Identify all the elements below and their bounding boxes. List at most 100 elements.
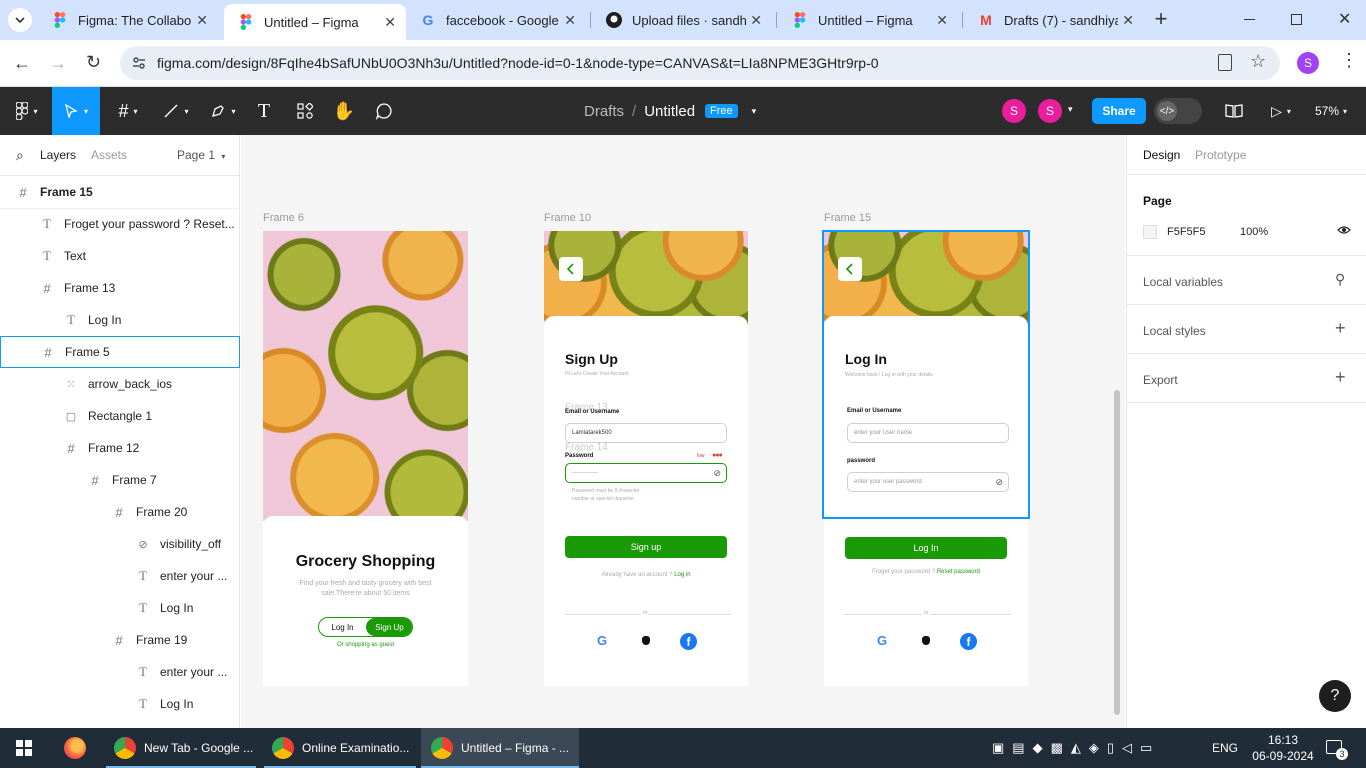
layer-row[interactable]: T Text	[0, 240, 240, 272]
frame-grocery[interactable]: Grocery Shopping Find your fresh and tas…	[263, 231, 468, 686]
main-menu-button[interactable]: ▾	[10, 87, 44, 135]
network-icon[interactable]: ▭	[1140, 740, 1152, 756]
frame-tool-button[interactable]: # ▾	[108, 87, 148, 135]
close-icon[interactable]: ✕	[564, 12, 576, 29]
close-icon[interactable]: ✕	[384, 14, 396, 31]
signup-button[interactable]: Sign up	[565, 536, 727, 558]
share-button[interactable]: Share	[1092, 98, 1146, 124]
frame-label[interactable]: Frame 10	[544, 212, 591, 224]
layer-row[interactable]: ▢ Rectangle 1	[0, 400, 240, 432]
browser-tab-active[interactable]: Untitled – Figma ✕	[224, 4, 406, 40]
page-selector[interactable]: Page 1 ▾	[177, 148, 225, 162]
page-opacity-value[interactable]: 100%	[1240, 226, 1268, 238]
language-indicator[interactable]: ENG	[1212, 741, 1238, 755]
resources-button[interactable]	[292, 87, 318, 135]
back-icon[interactable]: ←	[13, 53, 31, 74]
layer-row[interactable]: # Frame 20	[0, 496, 240, 528]
close-icon[interactable]: ✕	[936, 12, 948, 29]
reset-link[interactable]: Reset password	[937, 569, 980, 575]
tab-design[interactable]: Design	[1143, 148, 1180, 162]
back-button[interactable]	[838, 257, 862, 281]
google-icon[interactable]: G	[597, 633, 607, 648]
email-input[interactable]: enter your User name	[847, 423, 1009, 443]
layer-row[interactable]: T Log In	[0, 592, 240, 624]
windows-start-icon[interactable]	[16, 740, 32, 756]
layer-row[interactable]: # Frame 15	[0, 176, 240, 208]
speaker-muted-icon[interactable]: ◁	[1122, 740, 1132, 756]
login-option[interactable]: Log In	[319, 618, 366, 636]
browser-tab[interactable]: Figma: The Collaborat ✕	[38, 4, 218, 36]
layer-row[interactable]: T Log In	[0, 688, 240, 720]
help-button[interactable]: ?	[1319, 680, 1351, 712]
layer-row[interactable]: T enter your ...	[0, 656, 240, 688]
menu-dots-icon[interactable]: ⋮	[1340, 50, 1358, 71]
login-button[interactable]: Log In	[845, 537, 1007, 559]
zoom-menu[interactable]: 57% ▾	[1310, 87, 1352, 135]
taskbar-app-active[interactable]: Untitled – Figma - ...	[421, 728, 579, 768]
comment-tool-button[interactable]	[372, 87, 396, 135]
new-tab-button[interactable]: +	[1150, 8, 1172, 32]
reload-icon[interactable]: ↻	[86, 52, 101, 73]
avatar[interactable]: S	[1002, 99, 1026, 123]
login-link[interactable]: Log in	[674, 572, 690, 578]
signup-option[interactable]: Sign Up	[366, 618, 412, 636]
layer-row[interactable]: T enter your ...	[0, 560, 240, 592]
firefox-icon[interactable]	[64, 737, 86, 759]
file-name[interactable]: Untitled	[644, 103, 695, 120]
login-toggle[interactable]: Log In Sign Up	[318, 617, 413, 637]
vertical-scrollbar[interactable]	[1114, 390, 1120, 715]
password-input[interactable]: ------------- ⊘	[565, 463, 727, 483]
local-styles-section[interactable]: Local styles +	[1127, 305, 1366, 354]
text-tool-button[interactable]: T	[252, 87, 276, 135]
frame-signup[interactable]: Sign Up Hi Let's Create Your Account Fra…	[544, 231, 748, 686]
layer-row[interactable]: # Frame 7	[0, 464, 240, 496]
forward-icon[interactable]: →	[49, 53, 67, 74]
tab-prototype[interactable]: Prototype	[1195, 148, 1246, 162]
plus-icon[interactable]: +	[1335, 318, 1346, 339]
browser-tab[interactable]: Upload files · sandhiy ✕	[592, 4, 772, 36]
frame-label[interactable]: Frame 6	[263, 212, 304, 224]
frame-label[interactable]: Frame 15	[824, 212, 871, 224]
tray-app-icon[interactable]: ◈	[1089, 740, 1099, 756]
breadcrumb-drafts[interactable]: Drafts	[584, 103, 624, 120]
search-icon[interactable]: ⌕	[16, 147, 24, 164]
tray-app-icon[interactable]: ◭	[1071, 740, 1081, 756]
google-icon[interactable]: G	[877, 633, 887, 648]
frame-login[interactable]: Log In Welcome back ! Log in with your d…	[824, 231, 1028, 686]
page-color-swatch[interactable]	[1143, 225, 1157, 239]
move-tool-button[interactable]: ▾	[52, 87, 100, 135]
hand-tool-button[interactable]: ✋	[332, 87, 356, 135]
profile-avatar[interactable]: S	[1297, 52, 1319, 74]
variables-icon[interactable]: ⚲	[1335, 271, 1345, 288]
apple-icon[interactable]	[922, 636, 930, 645]
browser-tab[interactable]: Untitled – Figma ✕	[778, 4, 958, 36]
close-icon[interactable]: ✕	[1122, 12, 1134, 29]
tray-app-icon[interactable]: ▯	[1107, 740, 1114, 756]
export-section[interactable]: Export +	[1127, 354, 1366, 403]
chevron-down-icon[interactable]: ▾	[752, 106, 757, 117]
plan-badge[interactable]: Free	[705, 104, 738, 118]
visibility-off-icon[interactable]: ⊘	[995, 477, 1003, 488]
restore-icon[interactable]	[1291, 14, 1302, 25]
pen-tool-button[interactable]: ▾	[202, 87, 244, 135]
avatar[interactable]: S	[1038, 99, 1062, 123]
layer-row[interactable]: T Log In	[0, 304, 240, 336]
layer-row[interactable]: ⁙ arrow_back_ios	[0, 368, 240, 400]
bookmark-star-icon[interactable]: ☆	[1250, 51, 1266, 72]
facebook-icon[interactable]: f	[680, 633, 697, 650]
back-button[interactable]	[559, 257, 583, 281]
close-icon[interactable]: ✕	[196, 12, 208, 29]
eye-icon[interactable]	[1337, 223, 1351, 237]
taskbar-app[interactable]: Online Examinatio...	[264, 728, 416, 768]
browser-tab[interactable]: G faccebook - Google S ✕	[406, 4, 586, 36]
visibility-off-icon[interactable]: ⊘	[713, 468, 721, 479]
tab-layers[interactable]: Layers	[40, 148, 76, 162]
tray-app-icon[interactable]: ◆	[1033, 740, 1043, 756]
layer-row[interactable]: # Frame 12	[0, 432, 240, 464]
tray-app-icon[interactable]: ▩	[1051, 740, 1063, 756]
line-tool-button[interactable]: ▾	[156, 87, 196, 135]
page-color-value[interactable]: F5F5F5	[1167, 226, 1206, 238]
email-input[interactable]: Lamiatarek500	[565, 423, 727, 443]
apple-icon[interactable]	[642, 636, 650, 645]
chevron-down-icon[interactable]: ▾	[1068, 104, 1073, 115]
